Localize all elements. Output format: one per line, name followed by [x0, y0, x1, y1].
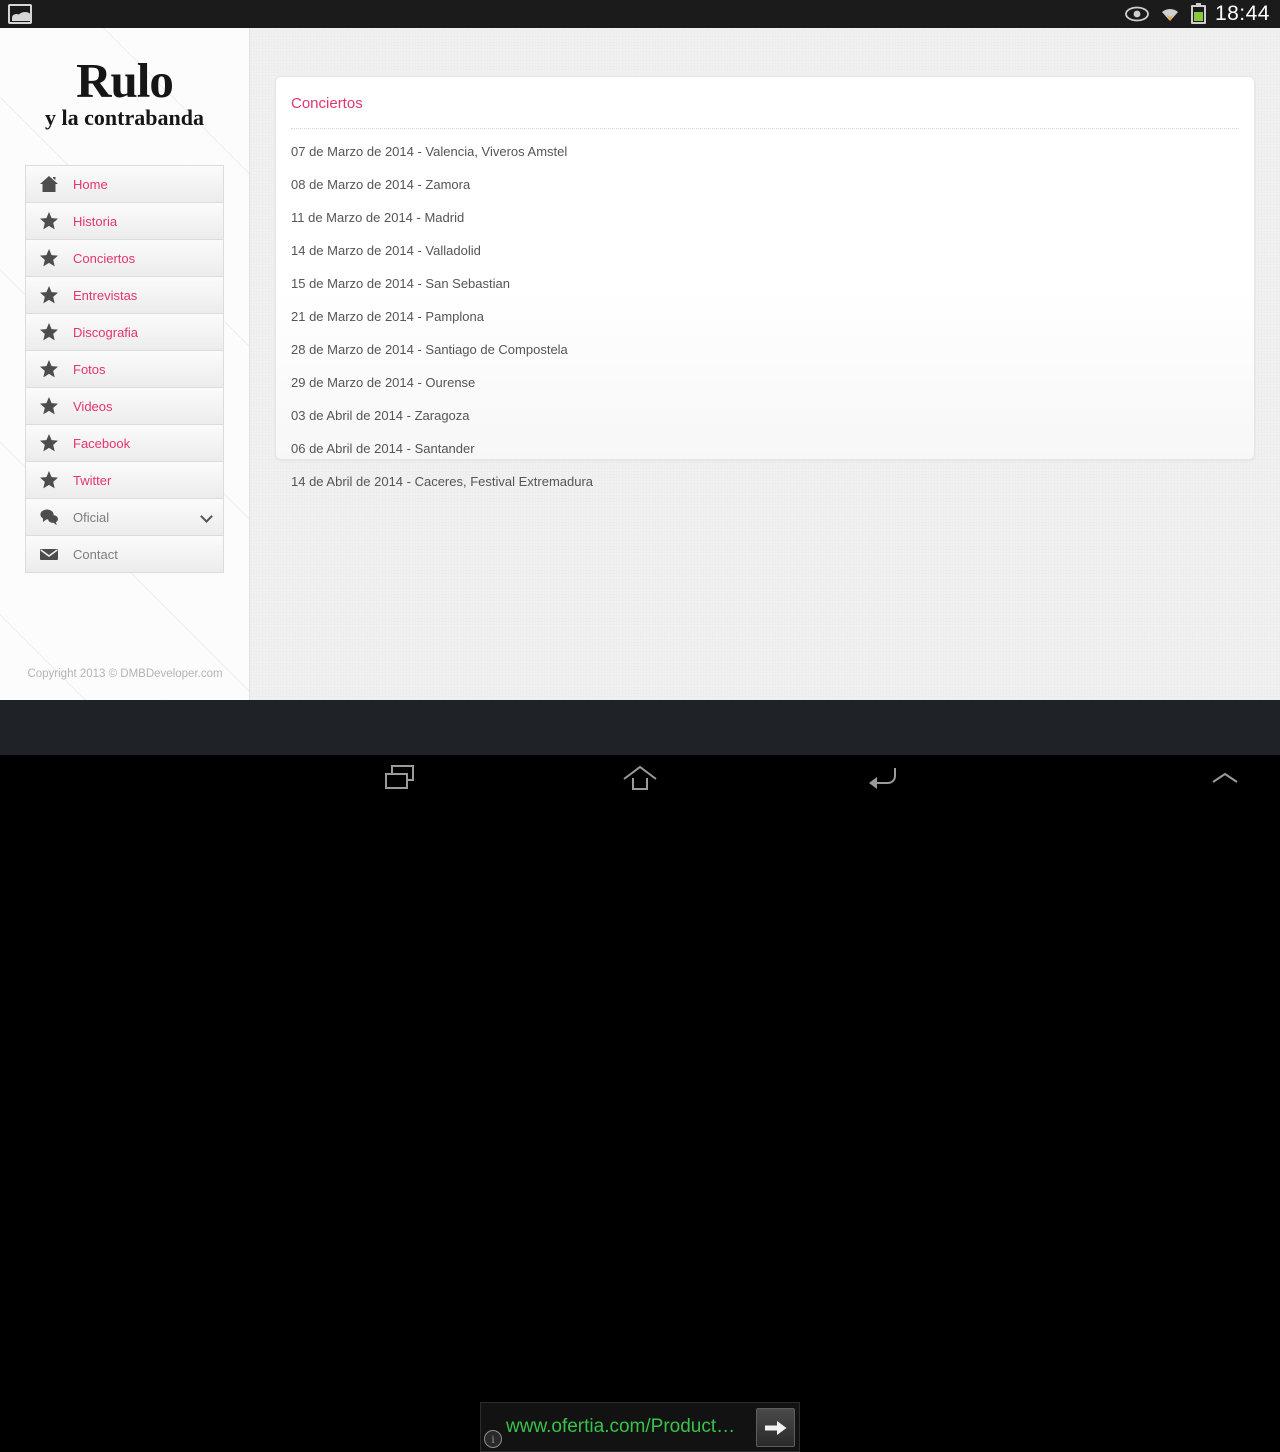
- star-icon: [39, 248, 59, 268]
- main-content: Conciertos 07 de Marzo de 2014 - Valenci…: [250, 28, 1280, 700]
- sidebar-item-videos[interactable]: Videos: [26, 388, 223, 425]
- wifi-icon: [1158, 4, 1182, 24]
- list-item: 06 de Abril de 2014 - Santander: [291, 441, 475, 456]
- sidebar-item-contact[interactable]: Contact: [26, 536, 223, 573]
- sidebar-menu: Home Historia Conciertos Entrevistas Dis…: [25, 165, 224, 573]
- nav-home-button[interactable]: [585, 755, 695, 800]
- sidebar-item-oficial[interactable]: Oficial: [26, 499, 223, 536]
- chevron-up-icon: [1212, 772, 1238, 783]
- logo-line-1: Rulo: [76, 53, 174, 108]
- sidebar-item-entrevistas[interactable]: Entrevistas: [26, 277, 223, 314]
- arrow-right-icon: [764, 1420, 786, 1435]
- ad-bar: www.ofertia.com/Productos… i: [0, 700, 1280, 1452]
- star-icon: [39, 211, 59, 231]
- chevron-down-icon[interactable]: [200, 510, 213, 523]
- list-item: 14 de Abril de 2014 - Caceres, Festival …: [291, 474, 594, 489]
- nav-expand-button[interactable]: [1170, 755, 1280, 800]
- ad-go-button[interactable]: [756, 1408, 795, 1447]
- sidebar-item-label: Fotos: [73, 361, 106, 377]
- concerts-card: Conciertos 07 de Marzo de 2014 - Valenci…: [275, 76, 1255, 489]
- status-bar-left: [0, 4, 32, 24]
- nav-back-button[interactable]: [827, 755, 937, 800]
- ad-url-text[interactable]: www.ofertia.com/Productos…: [506, 1416, 736, 1438]
- copyright-text: Copyright 2013 © DMBDeveloper.com: [27, 668, 223, 680]
- eye-icon: [1125, 6, 1149, 22]
- star-icon: [39, 470, 59, 490]
- star-icon: [39, 359, 59, 379]
- status-bar-clock: 18:44: [1214, 2, 1270, 25]
- photo-icon: [8, 4, 32, 24]
- sidebar-item-fotos[interactable]: Fotos: [26, 351, 223, 388]
- sidebar-item-facebook[interactable]: Facebook: [26, 425, 223, 462]
- sidebar-item-label: Discografia: [73, 324, 139, 340]
- nav-recents-button[interactable]: [345, 755, 455, 800]
- list-item: 14 de Marzo de 2014 - Valladolid: [291, 243, 481, 258]
- home-outline-icon: [623, 765, 657, 790]
- home-icon: [39, 174, 59, 194]
- sidebar-item-label: Conciertos: [73, 250, 136, 266]
- sidebar-item-label: Contact: [73, 546, 118, 562]
- list-item: 28 de Marzo de 2014 - Santiago de Compos…: [291, 342, 568, 357]
- star-icon: [39, 322, 59, 342]
- sidebar-item-twitter[interactable]: Twitter: [26, 462, 223, 499]
- concerts-list: 07 de Marzo de 2014 - Valencia, Viveros …: [276, 129, 1254, 498]
- sidebar-item-discografia[interactable]: Discografia: [26, 314, 223, 351]
- status-bar-right: 18:44: [1125, 2, 1280, 26]
- list-item: 08 de Marzo de 2014 - Zamora: [291, 177, 471, 192]
- back-arrow-icon: [869, 767, 896, 789]
- sidebar-item-home[interactable]: Home: [26, 166, 223, 203]
- logo-line-2: y la contrabanda: [45, 105, 204, 130]
- sidebar-item-label: Videos: [73, 398, 113, 414]
- sidebar-item-label: Facebook: [73, 435, 131, 451]
- status-bar: 18:44: [0, 0, 1280, 28]
- info-icon[interactable]: i: [484, 1430, 502, 1448]
- sidebar: Rulo y la contrabanda Home Historia Conc…: [0, 28, 250, 700]
- battery-icon: [1190, 2, 1206, 24]
- sidebar-item-label: Home: [73, 176, 108, 192]
- list-item: 03 de Abril de 2014 - Zaragoza: [291, 408, 470, 423]
- list-item: 21 de Marzo de 2014 - Pamplona: [291, 309, 484, 324]
- star-icon: [39, 396, 59, 416]
- sidebar-item-label: Oficial: [73, 509, 110, 525]
- comment-icon: [39, 507, 59, 527]
- sidebar-item-historia[interactable]: Historia: [26, 203, 223, 240]
- site-logo[interactable]: Rulo y la contrabanda: [0, 28, 249, 130]
- list-item: 11 de Marzo de 2014 - Madrid: [291, 210, 465, 225]
- sidebar-item-label: Historia: [73, 213, 118, 229]
- list-item: 15 de Marzo de 2014 - San Sebastian: [291, 276, 510, 291]
- star-icon: [39, 285, 59, 305]
- browser-viewport: Rulo y la contrabanda Home Historia Conc…: [0, 28, 1280, 700]
- sidebar-item-label: Entrevistas: [73, 287, 138, 303]
- ad-banner[interactable]: www.ofertia.com/Productos… i: [480, 1402, 800, 1452]
- android-nav-bar: [0, 755, 1280, 800]
- star-icon: [39, 433, 59, 453]
- envelope-icon: [39, 544, 59, 564]
- sidebar-item-label: Twitter: [73, 472, 112, 488]
- list-item: 29 de Marzo de 2014 - Ourense: [291, 375, 476, 390]
- sidebar-item-conciertos[interactable]: Conciertos: [26, 240, 223, 277]
- page-title: Conciertos: [291, 95, 363, 112]
- list-item: 07 de Marzo de 2014 - Valencia, Viveros …: [291, 144, 568, 159]
- recents-icon: [385, 764, 414, 789]
